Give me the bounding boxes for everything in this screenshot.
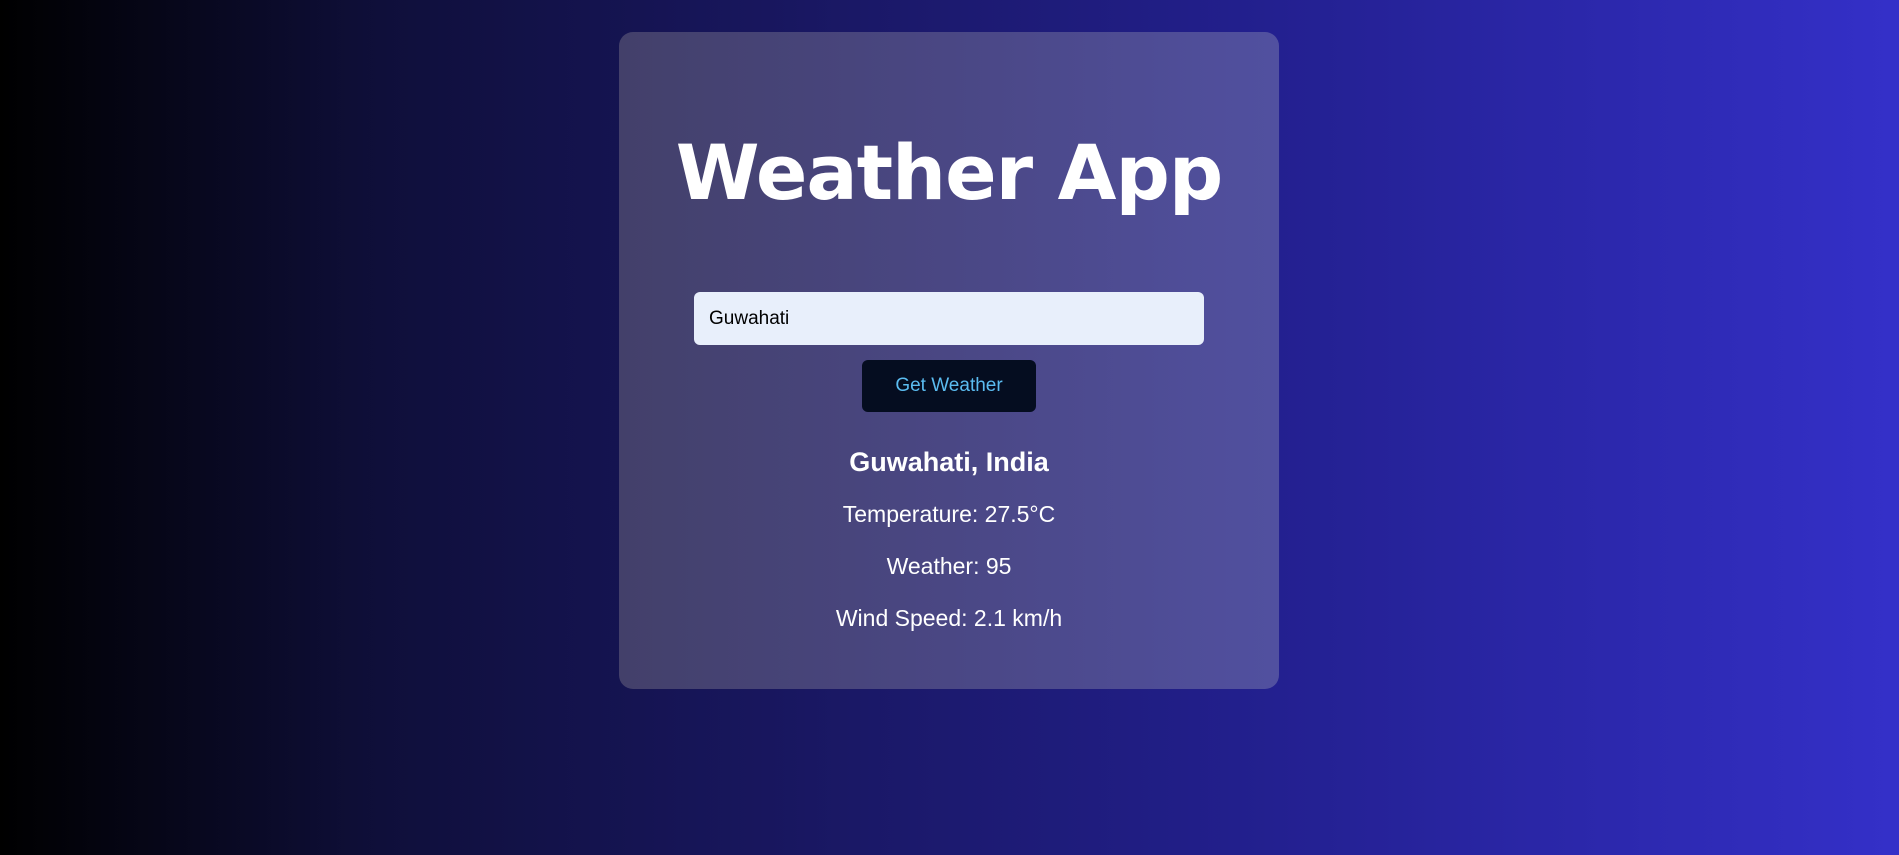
city-search-input[interactable]: [694, 292, 1204, 345]
wind-speed-text: Wind Speed: 2.1 km/h: [835, 605, 1063, 631]
weather-result: Guwahati, India Temperature: 27.5°C Weat…: [619, 442, 1279, 632]
get-weather-button[interactable]: Get Weather: [862, 360, 1036, 412]
weather-card: Weather App Get Weather Guwahati, India …: [619, 32, 1279, 689]
weather-code-text: Weather: 95: [886, 553, 1012, 579]
temperature-text: Temperature: 27.5°C: [842, 501, 1056, 527]
location-heading: Guwahati, India: [849, 447, 1049, 477]
app-title: Weather App: [675, 128, 1224, 217]
